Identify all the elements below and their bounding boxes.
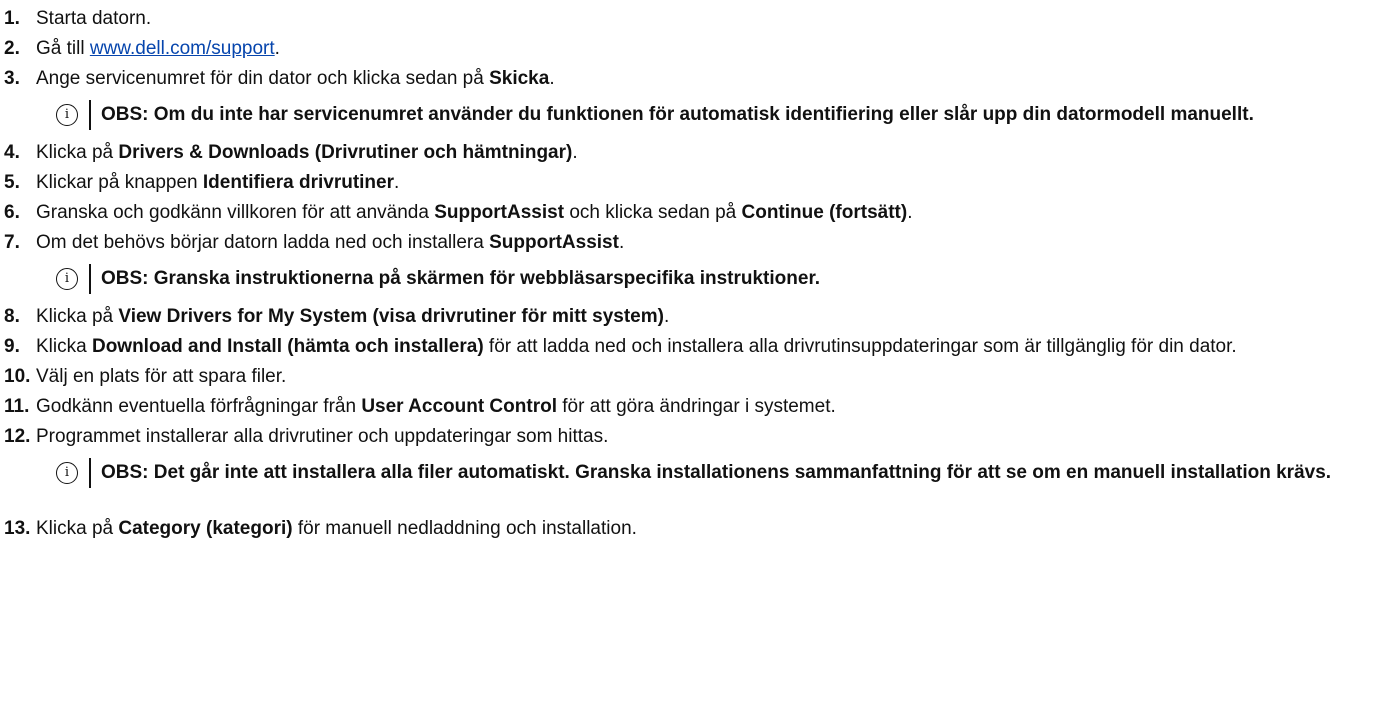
info-icon: i — [56, 462, 78, 484]
text-run: . — [663, 306, 670, 327]
note-2: i OBS: Granska instruktionerna på skärme… — [56, 264, 1371, 294]
text-run: Gå till — [36, 38, 90, 59]
step-number: 1. — [4, 8, 20, 29]
info-icon: i — [56, 268, 78, 290]
text-run: . — [549, 68, 555, 89]
bold-term: Category (kategori) — [118, 518, 293, 539]
step-number: 5. — [4, 172, 20, 193]
text-run: för att ladda ned och installera alla dr… — [483, 336, 1237, 357]
step-text: Klicka på Drivers & Downloads (Drivrutin… — [36, 142, 578, 163]
text-run: Starta datorn. — [36, 8, 152, 29]
step-number: 6. — [4, 202, 20, 223]
step-text: Programmet installerar alla drivrutiner … — [36, 426, 608, 447]
text-run: Om det behövs börjar datorn ladda ned oc… — [36, 232, 490, 253]
step-11: 11. Godkänn eventuella förfrågningar från… — [0, 392, 1394, 422]
step-13: 13. Klicka på Category (kategori) för man… — [0, 514, 1394, 544]
step-6: 6. Granska och godkänn villkoren för att … — [0, 198, 1394, 228]
step-1: 1. Starta datorn. — [0, 4, 1394, 34]
text-run: . — [394, 172, 400, 193]
bold-term: Continue (fortsätt) — [741, 202, 908, 223]
text-run: Klicka på — [36, 142, 119, 163]
text-run: Välj en plats för att spara filer. — [36, 366, 287, 387]
step-12: 12. Programmet installerar alla drivrutin… — [0, 422, 1394, 452]
step-number: 3. — [4, 68, 20, 89]
instructions-page: 1. Starta datorn. 2. Gå till www.dell.com/… — [0, 0, 1394, 726]
step-7: 7. Om det behövs börjar datorn ladda ned … — [0, 228, 1394, 258]
step-text: Starta datorn. — [36, 8, 151, 29]
info-icon: i — [56, 104, 78, 126]
text-run: Klicka på — [36, 518, 119, 539]
support-link[interactable]: www.dell.com/support — [90, 38, 275, 59]
step-4: 4. Klicka på Drivers & Downloads (Drivrut… — [0, 138, 1394, 168]
text-run: . — [274, 38, 280, 59]
step-text: Godkänn eventuella förfrågningar från Us… — [36, 396, 836, 417]
step-5: 5. Klickar på knappen Identifiera drivrut… — [0, 168, 1394, 198]
step-number: 12. — [4, 426, 31, 447]
note-1: i OBS: Om du inte har servicenumret anvä… — [56, 100, 1371, 130]
step-number: 8. — [4, 306, 20, 327]
note-text: OBS: Om du inte har servicenumret använd… — [101, 104, 1254, 125]
step-text: Gå till www.dell.com/support. — [36, 38, 280, 59]
note-text: OBS: Det går inte att installera alla fi… — [101, 462, 1332, 483]
text-run: Ange servicenumret för din dator och kli… — [36, 68, 490, 89]
step-text: Klicka på Category (kategori) för manuel… — [36, 518, 637, 539]
text-run: Klickar på knappen — [36, 172, 203, 193]
text-run: Programmet installerar alla drivrutiner … — [36, 426, 609, 447]
text-run: . — [572, 142, 578, 163]
step-number: 13. — [4, 518, 31, 539]
step-2: 2. Gå till www.dell.com/support. — [0, 34, 1394, 64]
step-number: 9. — [4, 336, 20, 357]
bold-term: User Account Control — [361, 396, 557, 417]
text-run: Klicka på — [36, 306, 119, 327]
step-3: 3. Ange servicenumret för din dator och k… — [0, 64, 1394, 94]
step-10: 10. Välj en plats för att spara filer. — [0, 362, 1394, 392]
text-run: och klicka sedan på — [564, 202, 742, 223]
step-text: Klickar på knappen Identifiera drivrutin… — [36, 172, 399, 193]
step-text: Ange servicenumret för din dator och kli… — [36, 68, 555, 89]
note-3: i OBS: Det går inte att installera alla … — [56, 458, 1371, 488]
step-number: 11. — [4, 396, 30, 417]
bold-term: SupportAssist — [489, 232, 619, 253]
step-number: 7. — [4, 232, 20, 253]
step-text: Klicka på View Drivers for My System (vi… — [36, 306, 669, 327]
text-run: Godkänn eventuella förfrågningar från — [36, 396, 362, 417]
step-text: Granska och godkänn villkoren för att an… — [36, 202, 912, 223]
text-run: för att göra ändringar i systemet. — [556, 396, 836, 417]
step-number: 4. — [4, 142, 20, 163]
step-number: 10. — [4, 366, 31, 387]
step-number: 2. — [4, 38, 20, 59]
step-text: Om det behövs börjar datorn ladda ned oc… — [36, 232, 624, 253]
text-run: för manuell nedladdning och installation… — [292, 518, 637, 539]
bold-term: Identifiera drivrutiner — [202, 172, 394, 193]
bold-term: View Drivers for My System (visa drivrut… — [118, 306, 664, 327]
bold-term: SupportAssist — [434, 202, 565, 223]
text-run: . — [618, 232, 625, 253]
bold-term: Skicka — [489, 68, 550, 89]
bold-term: Drivers & Downloads (Drivrutiner och häm… — [118, 142, 573, 163]
step-text: Klicka Download and Install (hämta och i… — [36, 336, 1237, 357]
bold-term: Download and Install (hämta och installe… — [91, 336, 484, 357]
text-run: . — [907, 202, 913, 223]
text-run: Klicka — [36, 336, 92, 357]
step-8: 8. Klicka på View Drivers for My System (… — [0, 302, 1394, 332]
note-text: OBS: Granska instruktionerna på skärmen … — [101, 268, 821, 289]
text-run: Granska och godkänn villkoren för att an… — [36, 202, 435, 223]
step-9: 9. Klicka Download and Install (hämta och… — [0, 332, 1350, 362]
step-text: Välj en plats för att spara filer. — [36, 366, 286, 387]
